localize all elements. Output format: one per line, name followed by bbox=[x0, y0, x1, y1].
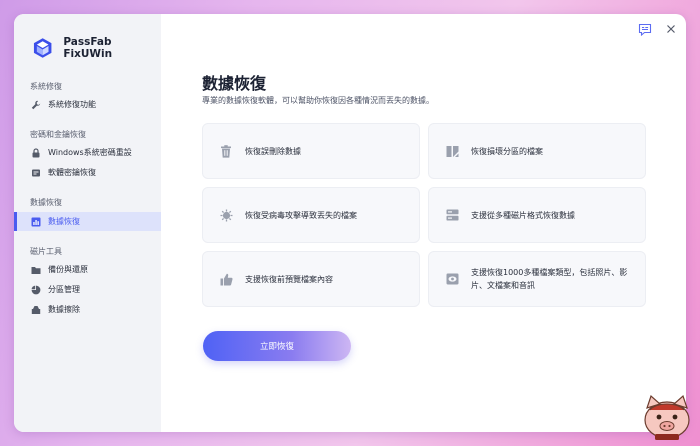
key-icon bbox=[31, 168, 41, 178]
sidebar-item-data-recovery[interactable]: 數據恢復 bbox=[14, 212, 161, 231]
feature-card: 恢復損壞分區的檔案 bbox=[428, 123, 646, 179]
folder-icon bbox=[31, 265, 41, 275]
feature-text: 恢復受病毒攻擊導致丟失的檔案 bbox=[245, 210, 357, 220]
wrench-icon bbox=[31, 100, 41, 110]
sidebar-item-label: 軟體密鑰恢復 bbox=[48, 168, 96, 177]
sidebar-item-backup-restore[interactable]: 備份與還原 bbox=[14, 260, 161, 279]
sidebar-item-label: Windows系統密碼重設 bbox=[48, 148, 132, 157]
disk-icon bbox=[445, 208, 459, 222]
feature-card: 恢復受病毒攻擊導致丟失的檔案 bbox=[202, 187, 420, 243]
group-label-password-key: 密碼和金鑰恢復 bbox=[30, 130, 86, 139]
app-name: PassFab FixUWin bbox=[63, 36, 113, 60]
sidebar-item-data-erase[interactable]: 數據擦除 bbox=[14, 300, 161, 319]
feature-text: 支援從多種磁片格式恢復數據 bbox=[471, 210, 575, 220]
sidebar-item-system-repair[interactable]: 系統修復功能 bbox=[14, 95, 161, 114]
recover-now-button[interactable]: 立即恢復 bbox=[203, 331, 351, 361]
bar-chart-icon bbox=[31, 217, 41, 227]
page-subtitle: 專業的數據恢復軟體，可以幫助你恢復因各種情況而丟失的數據。 bbox=[202, 96, 434, 105]
app-window: PassFab FixUWin 系統修復 系統修復功能 密碼和金鑰恢復 Wind… bbox=[14, 14, 686, 432]
brand: PassFab FixUWin bbox=[32, 36, 161, 60]
feature-text: 恢復損壞分區的檔案 bbox=[471, 146, 543, 156]
trash-icon bbox=[219, 144, 233, 158]
sidebar-item-label: 系統修復功能 bbox=[48, 100, 96, 109]
sidebar-item-label: 分區管理 bbox=[48, 285, 80, 294]
eraser-icon bbox=[31, 305, 41, 315]
thumbs-up-icon bbox=[219, 272, 233, 286]
page-title: 數據恢復 bbox=[202, 74, 267, 93]
sidebar: PassFab FixUWin 系統修復 系統修復功能 密碼和金鑰恢復 Wind… bbox=[14, 14, 161, 432]
feature-card: 支援恢復1000多種檔案類型，包括照片、影片、文檔案和音訊 bbox=[428, 251, 646, 307]
mascot-logo bbox=[644, 394, 690, 440]
group-label-system-repair: 系統修復 bbox=[30, 82, 62, 91]
sidebar-item-windows-password-reset[interactable]: Windows系統密碼重設 bbox=[14, 143, 161, 162]
group-label-disk-tools: 磁片工具 bbox=[30, 247, 62, 256]
feature-text: 支援恢復1000多種檔案類型，包括照片、影片、文檔案和音訊 bbox=[471, 268, 628, 290]
feedback-button[interactable] bbox=[638, 22, 652, 36]
sidebar-item-label: 備份與還原 bbox=[48, 265, 88, 274]
sidebar-item-label: 數據恢復 bbox=[48, 217, 80, 226]
feature-card: 恢復誤刪除數據 bbox=[202, 123, 420, 179]
feature-card: 支援恢復前預覽檔案內容 bbox=[202, 251, 420, 307]
feature-text: 支援恢復前預覽檔案內容 bbox=[245, 274, 333, 284]
feature-text: 恢復誤刪除數據 bbox=[245, 146, 301, 156]
close-icon bbox=[667, 25, 675, 33]
group-label-data-recovery: 數據恢復 bbox=[30, 198, 62, 207]
feature-card: 支援從多種磁片格式恢復數據 bbox=[428, 187, 646, 243]
eye-icon bbox=[445, 272, 459, 286]
partition-icon bbox=[445, 144, 459, 158]
lock-icon bbox=[31, 147, 41, 158]
app-logo-icon bbox=[33, 38, 52, 58]
pie-chart-icon bbox=[31, 285, 41, 295]
sidebar-item-partition-management[interactable]: 分區管理 bbox=[14, 280, 161, 299]
feedback-icon bbox=[638, 23, 652, 36]
virus-icon bbox=[219, 208, 233, 222]
close-button[interactable] bbox=[664, 22, 678, 36]
sidebar-item-software-key-recovery[interactable]: 軟體密鑰恢復 bbox=[14, 163, 161, 182]
sidebar-item-label: 數據擦除 bbox=[48, 305, 80, 314]
